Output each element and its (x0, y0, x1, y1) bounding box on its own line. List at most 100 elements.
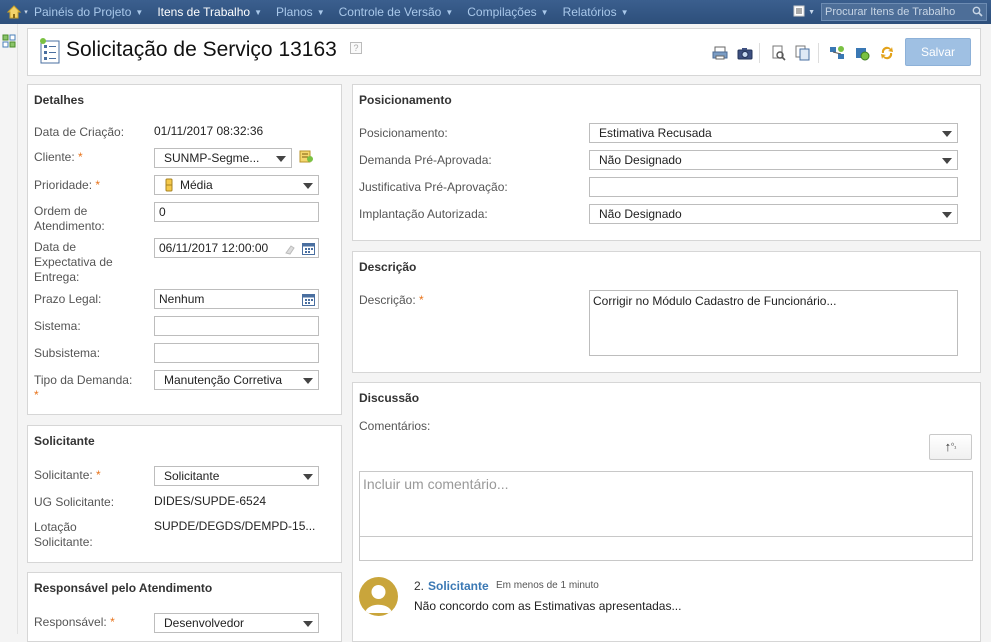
search-input[interactable]: Procurar Itens de Trabalho (821, 3, 987, 21)
justificativa-input[interactable] (589, 177, 958, 197)
ordem-atendimento-input[interactable]: 0 (154, 202, 319, 222)
dropdown-caret-icon (303, 378, 313, 384)
work-item-header: Solicitação de Serviço 13163 ? Salvar (27, 28, 981, 76)
help-icon[interactable]: ? (350, 42, 362, 54)
priority-medium-icon (164, 178, 174, 194)
posicionamento-label: Posicionamento: (359, 126, 448, 140)
dropdown-caret-icon (303, 474, 313, 480)
posicionamento-panel: Posicionamento Posicionamento: Estimativ… (352, 84, 981, 241)
chevron-down-icon: ▼ (445, 7, 454, 17)
comentarios-label: Comentários: (359, 419, 431, 433)
work-item-icon (38, 37, 62, 68)
refresh-icon[interactable] (879, 45, 895, 61)
section-title: Discussão (359, 391, 420, 405)
cliente-select[interactable]: SUNMP-Segme... (154, 148, 292, 168)
search-icon[interactable] (972, 6, 983, 22)
calendar-icon[interactable] (302, 242, 315, 257)
camera-icon[interactable] (737, 45, 753, 61)
chevron-down-icon: ▼ (254, 7, 262, 17)
top-navbar: ▾ Painéis do Projeto ▼ Itens de Trabalho ▼… (0, 0, 991, 24)
subsistema-label: Subsistema: (34, 346, 101, 360)
nav-paineis[interactable]: Painéis do Projeto ▼ (34, 5, 143, 19)
copy-icon[interactable] (795, 45, 811, 61)
expectativa-entrega-label: Data de Expectativa de Entrega: (34, 240, 113, 284)
demanda-pre-aprovada-label: Demanda Pré-Aprovada: (359, 153, 492, 167)
dropdown-caret-icon (303, 621, 313, 627)
page-title: Solicitação de Serviço 13163 (66, 38, 337, 61)
mini-dashboard-icon[interactable] (2, 34, 16, 51)
comment-author-link[interactable]: Solicitante (428, 579, 489, 593)
dropdown-caret-icon (942, 212, 952, 218)
lotacao-solicitante-value: SUPDE/DEGDS/DEMPD-15... (154, 519, 316, 533)
descricao-label: Descrição: * (359, 293, 424, 307)
ug-solicitante-value: DIDES/SUPDE-6524 (154, 494, 267, 508)
ug-solicitante-label: UG Solicitante: (34, 495, 115, 509)
data-criacao-value: 01/11/2017 08:32:36 (154, 124, 264, 138)
responsavel-select[interactable]: Desenvolvedor (154, 613, 319, 633)
posicionamento-select[interactable]: Estimativa Recusada (589, 123, 958, 143)
nav-controle-versao[interactable]: Controle de Versão ▼ (339, 5, 454, 19)
tipo-demanda-select[interactable]: Manutenção Corretiva (154, 370, 319, 390)
chevron-down-icon: ▼ (316, 7, 325, 17)
comment-text: Não concordo com as Estimativas apresent… (414, 599, 682, 613)
prazo-legal-input[interactable]: Nenhum (154, 289, 319, 309)
calendar-icon[interactable] (302, 293, 315, 308)
section-title: Posicionamento (359, 93, 452, 107)
descricao-panel: Descrição Descrição: * Corrigir no Módul… (352, 251, 981, 373)
dropdown-caret-icon (942, 158, 952, 164)
responsavel-label: Responsável: * (34, 615, 115, 629)
expectativa-entrega-input[interactable]: 06/11/2017 12:00:00 (154, 238, 319, 258)
nav-itens-trabalho[interactable]: Itens de Trabalho ▼ (157, 5, 262, 19)
sort-comments-button[interactable]: ↑⁰₁ (929, 434, 972, 460)
justificativa-label: Justificativa Pré-Aprovação: (359, 180, 508, 194)
link-add-icon[interactable] (829, 45, 845, 61)
print-icon[interactable] (712, 45, 728, 61)
nav-compilacoes[interactable]: Compilações ▼ (467, 5, 548, 19)
solicitante-select[interactable]: Solicitante (154, 466, 319, 486)
chevron-down-icon[interactable]: ▼ (808, 9, 815, 16)
client-lookup-icon[interactable] (299, 149, 315, 168)
comment-timestamp: Em menos de 1 minuto (496, 580, 599, 591)
toolbar-separator (759, 43, 760, 63)
tipo-demanda-label: Tipo da Demanda: * (34, 373, 133, 402)
prazo-legal-label: Prazo Legal: (34, 292, 102, 306)
section-title: Solicitante (34, 434, 95, 448)
cliente-label: Cliente: * (34, 150, 83, 164)
dropdown-caret-icon (303, 183, 313, 189)
find-icon[interactable] (771, 45, 787, 61)
lotacao-solicitante-label: Lotação Solicitante: (34, 520, 93, 549)
chevron-down-icon: ▼ (135, 7, 144, 17)
prioridade-select[interactable]: Média (154, 175, 319, 195)
prioridade-label: Prioridade: * (34, 178, 101, 192)
solicitante-panel: Solicitante Solicitante: * Solicitante U… (27, 425, 342, 563)
sistema-input[interactable] (154, 316, 319, 336)
nav-planos[interactable]: Planos ▼ (276, 5, 325, 19)
comment-input-footer (359, 537, 973, 561)
section-title: Responsável pelo Atendimento (34, 581, 213, 595)
discussao-panel: Discussão Comentários: ↑⁰₁ Incluir um co… (352, 382, 981, 642)
ordem-atendimento-label: Ordem de Atendimento: (34, 204, 105, 233)
avatar (359, 577, 398, 616)
sistema-label: Sistema: (34, 319, 81, 333)
dropdown-caret-icon (276, 156, 286, 162)
subsistema-input[interactable] (154, 343, 319, 363)
eraser-icon[interactable] (284, 242, 296, 257)
work-item-type-icon[interactable] (792, 4, 806, 21)
chevron-down-icon: ▼ (620, 7, 629, 17)
dropdown-caret-icon (942, 131, 952, 137)
sync-icon[interactable] (854, 45, 870, 61)
nav-relatorios[interactable]: Relatórios ▼ (563, 5, 629, 19)
implantacao-autorizada-select[interactable]: Não Designado (589, 204, 958, 224)
implantacao-autorizada-label: Implantação Autorizada: (359, 207, 488, 221)
comment-input[interactable]: Incluir um comentário... (359, 471, 973, 537)
descricao-textarea[interactable]: Corrigir no Módulo Cadastro de Funcionár… (589, 290, 958, 356)
section-title: Descrição (359, 260, 417, 274)
save-button[interactable]: Salvar (905, 38, 971, 66)
responsavel-panel: Responsável pelo Atendimento Responsável… (27, 572, 342, 642)
demanda-pre-aprovada-select[interactable]: Não Designado (589, 150, 958, 170)
comment-number: 2. (414, 579, 425, 593)
detalhes-panel: Detalhes Data de Criação: 01/11/2017 08:… (27, 84, 342, 415)
home-icon[interactable]: ▾ (0, 0, 34, 24)
sort-order-icon: ⁰₁ (951, 443, 957, 450)
data-criacao-label: Data de Criação: (34, 125, 125, 139)
